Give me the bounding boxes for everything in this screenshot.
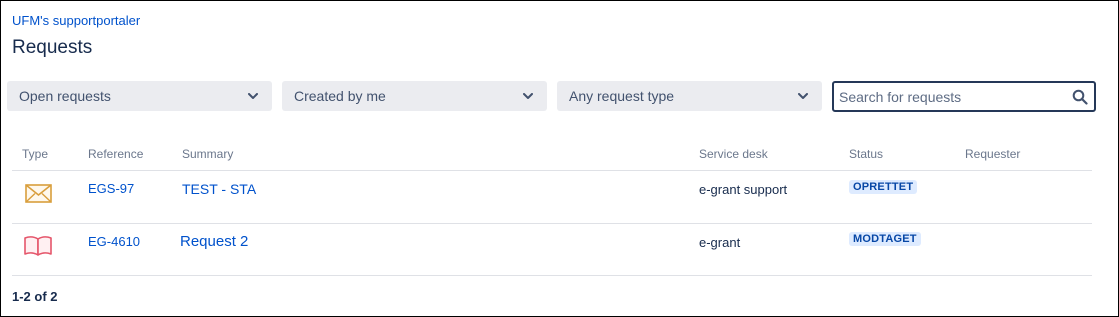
column-header-type: Type: [22, 147, 49, 161]
row-divider: [12, 223, 1092, 224]
owner-filter-dropdown[interactable]: Created by me: [282, 81, 547, 111]
status-badge: OPRETTET: [849, 180, 918, 194]
search-input[interactable]: [839, 88, 1072, 105]
chevron-down-icon: [796, 89, 810, 103]
status-filter-dropdown[interactable]: Open requests: [7, 81, 272, 111]
search-icon[interactable]: [1072, 89, 1088, 105]
column-header-reference: Reference: [88, 147, 144, 161]
request-reference-link[interactable]: EG-4610: [88, 234, 140, 249]
page-frame: UFM's supportportaler Requests Open requ…: [0, 0, 1119, 317]
breadcrumb[interactable]: UFM's supportportaler: [12, 13, 140, 28]
request-summary-link[interactable]: TEST - STA: [182, 181, 256, 197]
envelope-icon: [25, 184, 52, 208]
status-badge: MODTAGET: [849, 232, 921, 246]
column-header-requester: Requester: [965, 147, 1021, 161]
request-type-filter-label: Any request type: [569, 88, 675, 104]
row-divider: [12, 275, 1092, 276]
owner-filter-label: Created by me: [294, 88, 386, 104]
chevron-down-icon: [521, 89, 535, 103]
service-desk-name: e-grant: [699, 235, 741, 250]
request-summary-link[interactable]: Request 2: [180, 233, 248, 250]
column-header-service-desk: Service desk: [699, 147, 768, 161]
book-icon: [23, 235, 53, 262]
chevron-down-icon: [246, 89, 260, 103]
status-filter-label: Open requests: [19, 88, 111, 104]
column-header-status: Status: [849, 147, 884, 161]
column-header-summary: Summary: [182, 147, 234, 161]
request-type-filter-dropdown[interactable]: Any request type: [557, 81, 822, 111]
header-divider: [12, 170, 1092, 171]
service-desk-name: e-grant support: [699, 182, 788, 197]
request-reference-link[interactable]: EGS-97: [88, 181, 134, 196]
pagination-summary: 1-2 of 2: [12, 289, 58, 304]
search-box: [832, 81, 1096, 112]
page-title: Requests: [12, 37, 93, 58]
